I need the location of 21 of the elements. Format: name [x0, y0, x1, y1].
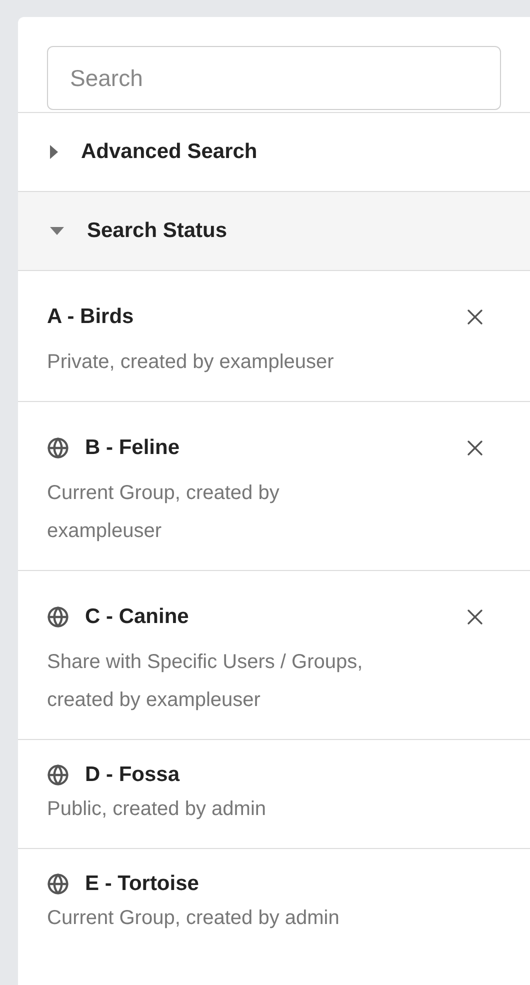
- saved-search-name: C - Canine: [85, 604, 190, 630]
- saved-search-description: Current Group, created by admin: [47, 906, 340, 931]
- saved-search-item[interactable]: C - Canine Share with Specific Users / Groups, created by exampleuser: [18, 570, 530, 739]
- section-label: Advanced Search: [81, 139, 258, 166]
- saved-search-name: B - Feline: [85, 435, 181, 462]
- saved-search-name: A - Birds: [47, 304, 135, 330]
- saved-search-item[interactable]: D - Fossa Public, created by admin: [18, 739, 530, 848]
- saved-search-item[interactable]: B - Feline Current Group, created by exampleuser: [18, 401, 530, 570]
- saved-search-name: E - Tortoise: [85, 871, 200, 898]
- saved-search-description: Public, created by admin: [47, 797, 268, 822]
- saved-search-name: D - Fossa: [85, 762, 181, 788]
- caret-down-icon: [49, 226, 65, 236]
- saved-search-description: Share with Specific Users / Groups, created by exampleuser: [47, 650, 364, 713]
- saved-search-description: Private, created by exampleuser: [47, 350, 335, 375]
- saved-search-description: Current Group, created by exampleuser: [47, 481, 280, 544]
- search-field[interactable]: Search: [47, 46, 501, 110]
- section-header[interactable]: Search Status: [18, 191, 530, 270]
- saved-search-item[interactable]: E - Tortoise Current Group, created by admin: [18, 848, 530, 957]
- section-label: Search Status: [87, 218, 228, 244]
- saved-search-item[interactable]: A - Birds Private, created by exampleuser: [18, 270, 530, 401]
- caret-right-icon: [49, 144, 59, 160]
